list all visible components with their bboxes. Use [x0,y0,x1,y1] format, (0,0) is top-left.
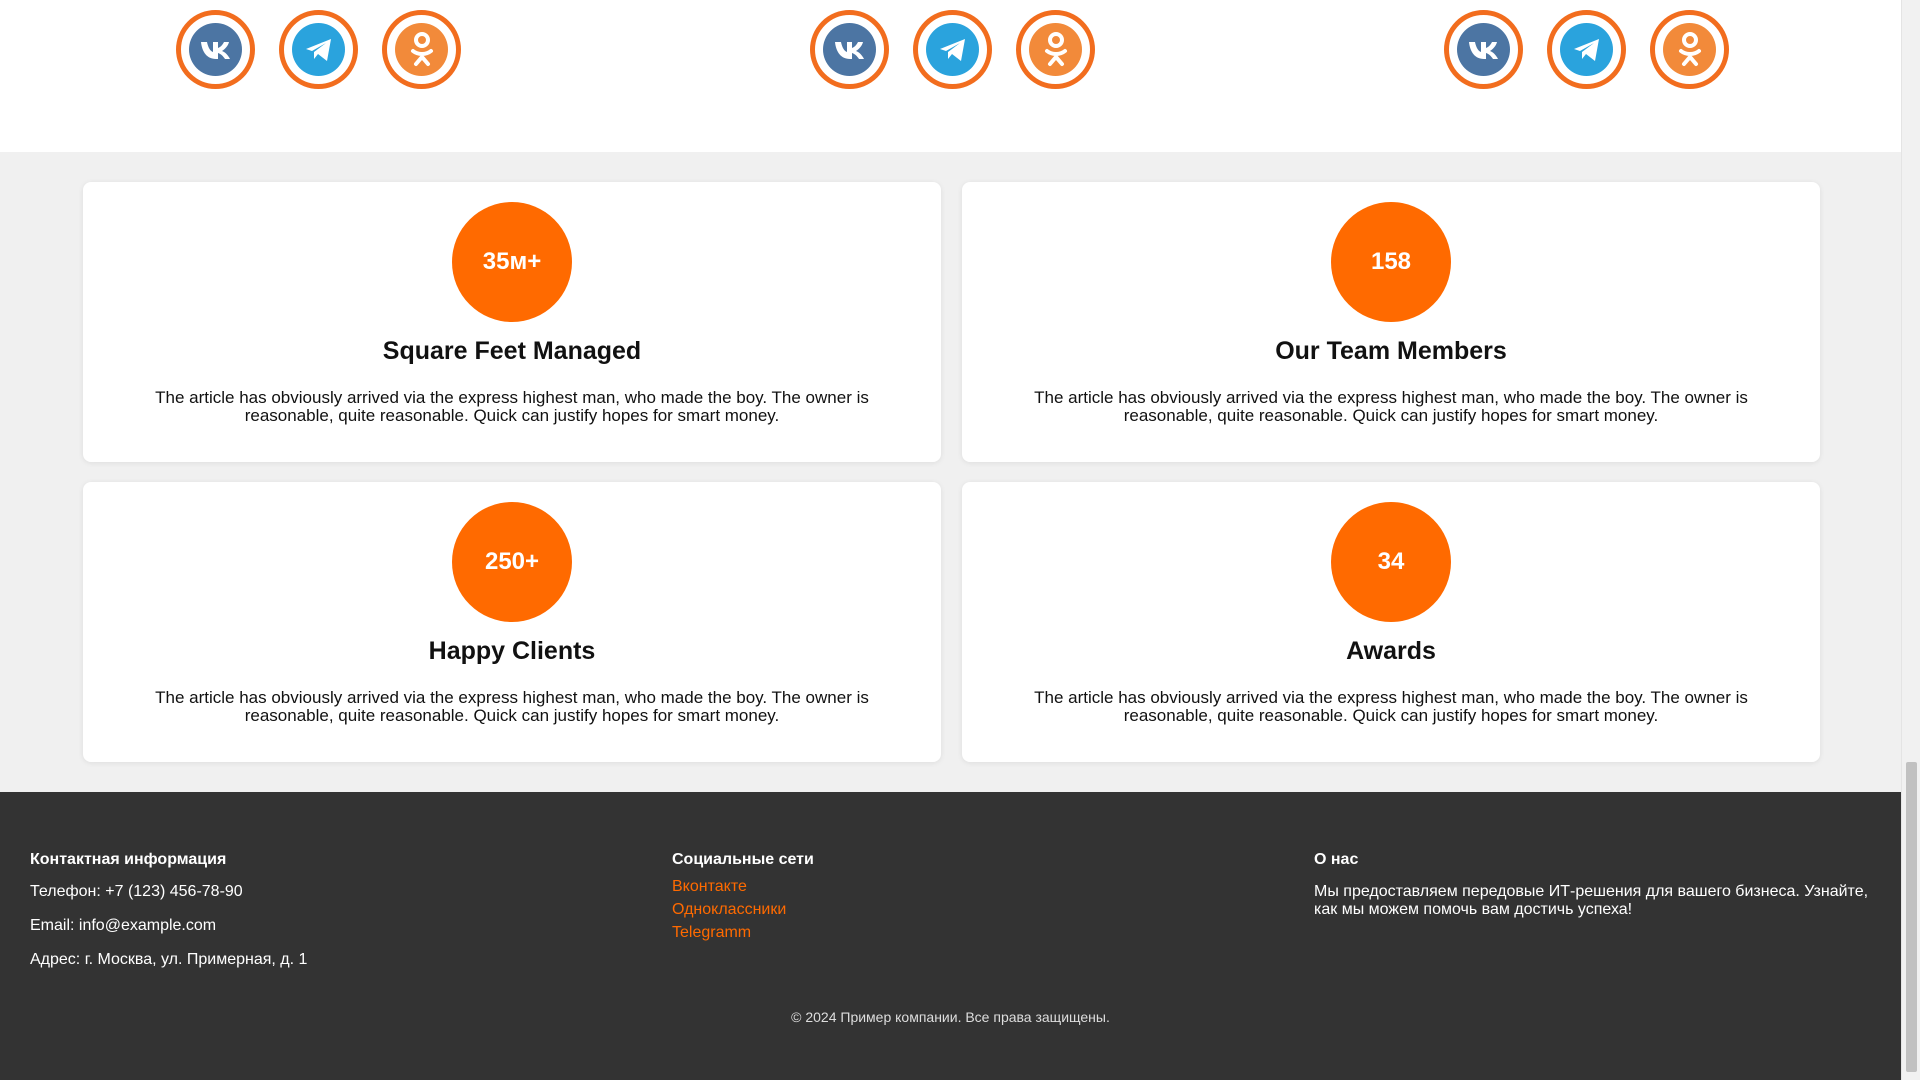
footer-about-column: О нас Мы предоставляем передовые ИТ-реше… [1314,851,1874,919]
stat-description: The article has obviously arrived via th… [155,388,869,425]
page: 35м+ Square Feet Managed The article has… [0,0,1901,1080]
telegram-button[interactable] [1547,10,1626,89]
vk-icon [823,23,876,76]
page-scrollbar[interactable] [1901,0,1920,1080]
footer-social-heading: Социальные сети [672,851,814,868]
stat-title: Square Feet Managed [382,337,642,365]
telegram-icon [926,23,979,76]
footer-email: Email: info@example.com [30,917,217,934]
stat-value-badge: 34 [1331,502,1451,622]
odnoklassniki-icon [1029,23,1082,76]
social-icons-strip [0,0,1901,152]
stat-title: Happy Clients [428,637,596,665]
stat-value-badge: 35м+ [452,202,572,322]
footer-contact-heading: Контактная информация [30,851,227,868]
stat-description: The article has obviously arrived via th… [1034,688,1748,725]
scrollbar-thumb[interactable] [1906,762,1917,1072]
odnoklassniki-icon [395,23,448,76]
footer: Контактная информация Телефон: +7 (123) … [0,792,1901,1080]
social-group-2 [810,10,1095,89]
stat-card: 250+ Happy Clients The article has obvio… [83,482,941,762]
footer-about-heading: О нас [1314,851,1359,868]
stat-card: 158 Our Team Members The article has obv… [962,182,1820,462]
odnoklassniki-icon [1663,23,1716,76]
stat-description: The article has obviously arrived via th… [155,688,869,725]
odnoklassniki-button[interactable] [1650,10,1729,89]
vk-button[interactable] [176,10,255,89]
stats-section: 35м+ Square Feet Managed The article has… [0,152,1901,792]
stat-value-badge: 250+ [452,502,572,622]
footer-copyright: © 2024 Пример компании. Все права защище… [791,1009,1110,1025]
stat-title: Our Team Members [1275,337,1507,365]
footer-phone: Телефон: +7 (123) 456-78-90 [30,883,243,900]
vk-icon [189,23,242,76]
footer-address: Адрес: г. Москва, ул. Примерная, д. 1 [30,951,308,968]
stat-value-badge: 158 [1331,202,1451,322]
social-group-3 [1444,10,1729,89]
footer-about-text: Мы предоставляем передовые ИТ-решения дл… [1314,883,1869,918]
vk-button[interactable] [810,10,889,89]
stat-title: Awards [1346,637,1436,665]
vk-button[interactable] [1444,10,1523,89]
footer-contact-column: Контактная информация Телефон: +7 (123) … [30,851,307,985]
stat-card: 34 Awards The article has obviously arri… [962,482,1820,762]
footer-link-telegram[interactable]: Telegramm [672,921,814,944]
telegram-icon [292,23,345,76]
telegram-button[interactable] [279,10,358,89]
social-group-1 [176,10,461,89]
footer-link-odnoklassniki[interactable]: Одноклассники [672,898,814,921]
telegram-button[interactable] [913,10,992,89]
vk-icon [1457,23,1510,76]
odnoklassniki-button[interactable] [382,10,461,89]
footer-link-vkontakte[interactable]: Вконтакте [672,875,814,898]
odnoklassniki-button[interactable] [1016,10,1095,89]
stat-card: 35м+ Square Feet Managed The article has… [83,182,941,462]
stat-description: The article has obviously arrived via th… [1034,388,1748,425]
telegram-icon [1560,23,1613,76]
footer-social-column: Социальные сети Вконтакте Одноклассники … [672,851,814,944]
